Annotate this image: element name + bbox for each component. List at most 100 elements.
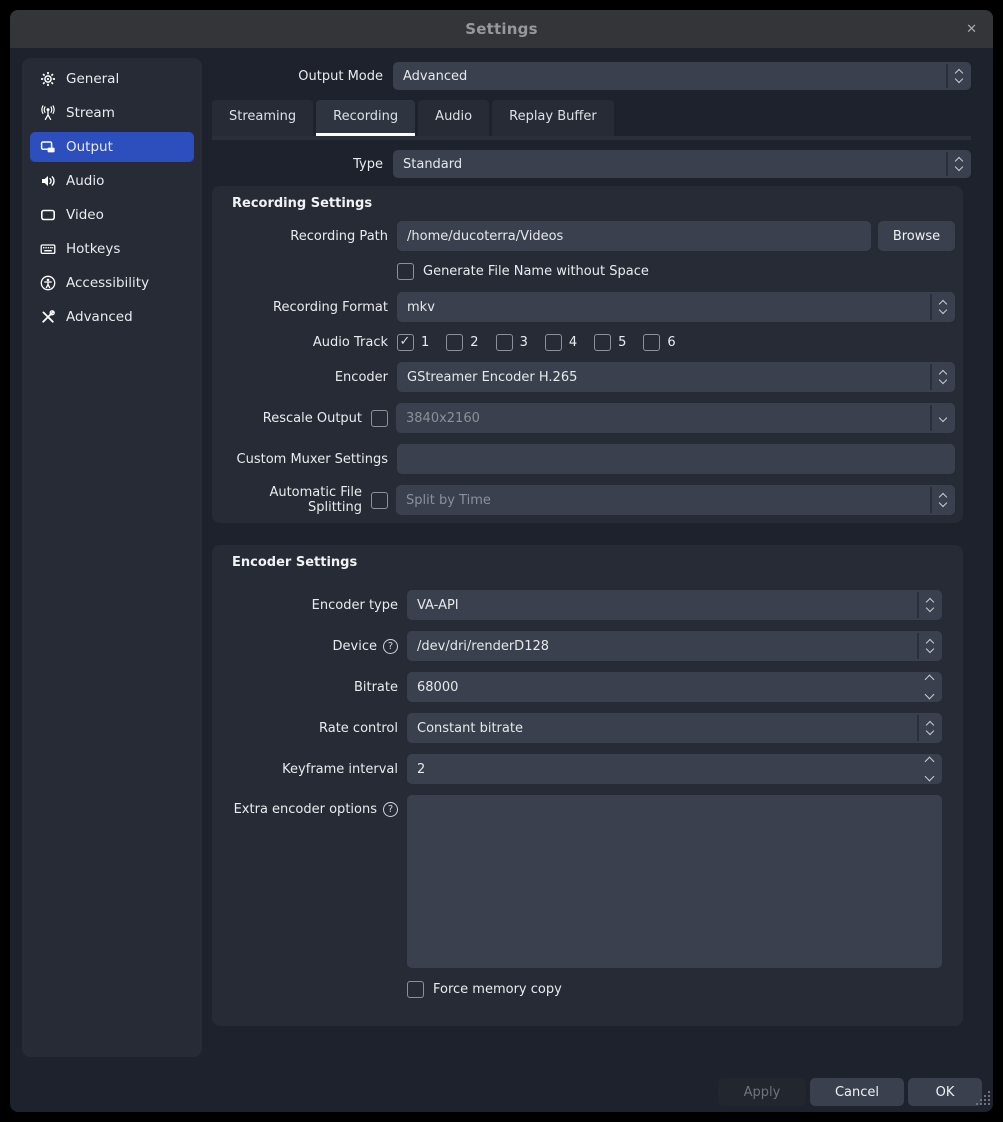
tab-replay-buffer[interactable]: Replay Buffer (492, 100, 614, 136)
encoder-type-label: Encoder type (222, 598, 398, 613)
recording-settings-title: Recording Settings (232, 196, 955, 211)
sidebar-item-label: Output (66, 139, 113, 155)
device-select[interactable]: /dev/dri/renderD128 (407, 631, 942, 661)
rescale-output-label: Rescale Output (222, 411, 362, 426)
extra-encoder-options-label-text: Extra encoder options (234, 802, 377, 817)
audio-track-3-checkbox[interactable] (496, 334, 513, 351)
type-label: Type (212, 157, 383, 172)
output-mode-select[interactable]: Advanced (393, 62, 971, 90)
chevron-up-down-icon (917, 713, 942, 743)
rate-control-label: Rate control (222, 721, 398, 736)
window-title: Settings (465, 20, 537, 38)
audio-track-1: 1 (397, 334, 429, 351)
audio-track-label: Audio Track (222, 335, 388, 350)
rate-control-select[interactable]: Constant bitrate (407, 713, 942, 743)
sidebar-item-stream[interactable]: Stream (30, 98, 194, 128)
sidebar-item-audio[interactable]: Audio (30, 166, 194, 196)
audio-track-6: 6 (643, 334, 675, 351)
keyframe-interval-spinner[interactable]: 2 (407, 754, 942, 784)
audio-track-4: 4 (545, 334, 577, 351)
audio-track-5: 5 (594, 334, 626, 351)
extra-encoder-options-label: Extra encoder options ? (222, 802, 398, 817)
help-icon[interactable]: ? (383, 802, 398, 817)
close-icon[interactable]: ✕ (966, 10, 977, 48)
settings-window: Settings ✕ General Stream Output Audio (10, 10, 993, 1112)
recording-path-input[interactable] (397, 221, 871, 251)
encoder-type-select[interactable]: VA-API (407, 590, 942, 620)
keyframe-interval-row: Keyframe interval 2 (222, 754, 942, 784)
spinner-arrows-icon[interactable] (926, 676, 933, 698)
sidebar-item-label: Stream (66, 105, 115, 121)
extra-encoder-options-textarea[interactable] (407, 795, 942, 968)
browse-button[interactable]: Browse (878, 221, 955, 251)
main-content: Output Mode Advanced Streaming Recording… (212, 58, 971, 1067)
rescale-output-select[interactable]: 3840x2160 (396, 403, 955, 433)
encoder-type-value: VA-API (407, 598, 459, 613)
audio-track-1-checkbox[interactable] (397, 334, 414, 351)
custom-muxer-input[interactable] (397, 444, 955, 474)
force-memory-copy-row: Force memory copy (407, 980, 942, 998)
rescale-output-value: 3840x2160 (396, 411, 480, 426)
tab-audio[interactable]: Audio (418, 100, 489, 136)
cancel-button[interactable]: Cancel (810, 1078, 904, 1106)
force-memory-copy-checkbox[interactable] (407, 981, 424, 998)
sidebar-item-video[interactable]: Video (30, 200, 194, 230)
sidebar-item-hotkeys[interactable]: Hotkeys (30, 234, 194, 264)
audio-track-5-checkbox[interactable] (594, 334, 611, 351)
sidebar: General Stream Output Audio Video Hotkey… (22, 58, 202, 1057)
audio-track-6-checkbox[interactable] (643, 334, 660, 351)
auto-file-splitting-select[interactable]: Split by Time (396, 485, 955, 515)
rescale-output-checkbox[interactable] (371, 410, 388, 427)
chevron-up-down-icon (946, 150, 971, 178)
encoder-type-row: Encoder type VA-API (222, 590, 942, 620)
keyboard-icon (40, 241, 56, 257)
bitrate-label-text: Bitrate (354, 680, 398, 695)
type-value: Standard (393, 157, 462, 172)
chevron-up-down-icon (930, 292, 955, 322)
encoder-value: GStreamer Encoder H.265 (397, 370, 577, 385)
sidebar-item-label: Audio (66, 173, 104, 189)
titlebar[interactable]: Settings ✕ (10, 10, 993, 48)
bitrate-label: Bitrate (222, 680, 398, 695)
device-label: Device ? (222, 639, 398, 654)
chevron-up-down-icon (930, 362, 955, 392)
recording-path-label: Recording Path (222, 229, 388, 244)
audio-track-4-checkbox[interactable] (545, 334, 562, 351)
bitrate-spinner[interactable]: 68000 (407, 672, 942, 702)
generate-file-name-checkbox[interactable] (397, 263, 414, 280)
recording-path-row: Recording Path Browse (222, 221, 955, 251)
device-row: Device ? /dev/dri/renderD128 (222, 631, 942, 661)
device-value: /dev/dri/renderD128 (407, 639, 549, 654)
keyframe-interval-label: Keyframe interval (222, 762, 398, 777)
sidebar-item-advanced[interactable]: Advanced (30, 302, 194, 332)
recording-format-select[interactable]: mkv (397, 292, 955, 322)
speaker-icon (40, 173, 56, 189)
type-select[interactable]: Standard (393, 150, 971, 178)
apply-button[interactable]: Apply (718, 1078, 806, 1106)
encoder-select[interactable]: GStreamer Encoder H.265 (397, 362, 955, 392)
device-label-text: Device (333, 639, 377, 654)
antenna-icon (40, 105, 56, 121)
chevron-up-down-icon (917, 631, 942, 661)
spinner-arrows-icon[interactable] (926, 758, 933, 780)
auto-file-splitting-value: Split by Time (396, 493, 491, 508)
footer: Apply Cancel OK (10, 1078, 993, 1106)
sidebar-item-label: Hotkeys (66, 241, 120, 257)
sidebar-item-output[interactable]: Output (30, 132, 194, 162)
sidebar-item-accessibility[interactable]: Accessibility (30, 268, 194, 298)
chevron-up-down-icon (917, 590, 942, 620)
output-mode-label: Output Mode (212, 69, 383, 84)
audio-track-2-checkbox[interactable] (446, 334, 463, 351)
help-icon[interactable]: ? (383, 639, 398, 654)
audio-track-4-label: 4 (569, 335, 577, 350)
auto-file-splitting-checkbox[interactable] (371, 492, 388, 509)
sidebar-item-general[interactable]: General (30, 64, 194, 94)
audio-track-5-label: 5 (618, 335, 626, 350)
ok-button[interactable]: OK (908, 1078, 982, 1106)
resize-grip[interactable] (976, 1091, 991, 1110)
tab-streaming[interactable]: Streaming (212, 100, 313, 136)
type-row: Type Standard (212, 150, 971, 178)
output-tabs: Streaming Recording Audio Replay Buffer (212, 100, 971, 136)
tab-recording[interactable]: Recording (316, 100, 415, 136)
chevron-up-down-icon (930, 485, 955, 515)
